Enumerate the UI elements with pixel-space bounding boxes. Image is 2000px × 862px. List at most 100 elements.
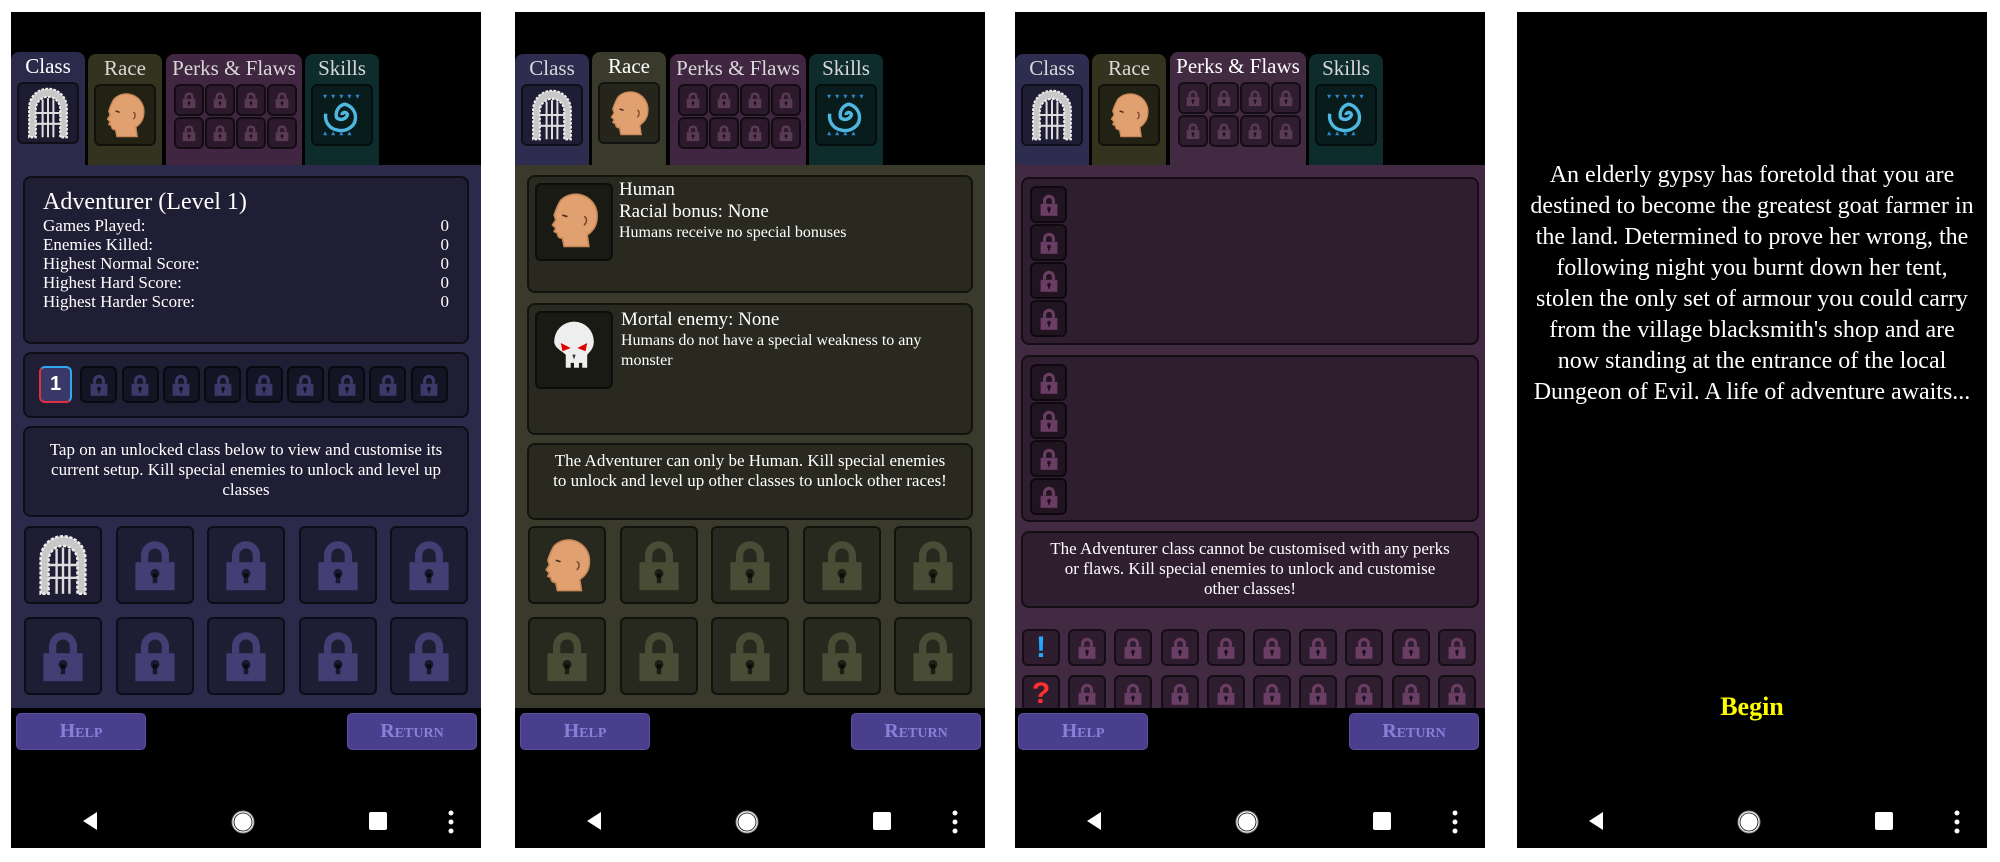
locked-slot[interactable] xyxy=(619,526,698,604)
locked-slot[interactable] xyxy=(802,617,881,695)
locked-slot[interactable] xyxy=(1160,629,1199,666)
home-icon[interactable] xyxy=(1736,809,1762,840)
locked-slot[interactable] xyxy=(1437,675,1476,712)
locked-slot[interactable] xyxy=(528,617,606,695)
return-button[interactable]: Return xyxy=(851,713,981,750)
locked-slot[interactable] xyxy=(1299,629,1338,666)
locked-slot[interactable] xyxy=(236,117,266,149)
adventurer-class-slot[interactable] xyxy=(24,526,102,604)
back-icon[interactable] xyxy=(585,811,603,836)
tab-race[interactable]: Race xyxy=(88,54,162,172)
more-icon[interactable] xyxy=(1452,810,1458,839)
locked-slot[interactable] xyxy=(711,526,789,604)
locked-slot[interactable] xyxy=(1030,402,1067,439)
locked-slot[interactable] xyxy=(115,526,194,604)
return-button[interactable]: Return xyxy=(1349,713,1479,750)
locked-slot[interactable] xyxy=(771,84,801,116)
locked-slot[interactable] xyxy=(1206,629,1245,666)
locked-slot[interactable] xyxy=(390,526,468,604)
help-button[interactable]: Help xyxy=(520,713,650,750)
locked-slot[interactable] xyxy=(328,366,366,403)
human-race-slot[interactable] xyxy=(528,526,606,604)
locked-slot[interactable] xyxy=(1391,629,1430,666)
locked-slot[interactable] xyxy=(1271,82,1301,114)
locked-slot[interactable] xyxy=(740,117,770,149)
locked-slot[interactable] xyxy=(771,117,801,149)
locked-slot[interactable] xyxy=(740,84,770,116)
locked-slot[interactable] xyxy=(709,117,739,149)
locked-slot[interactable] xyxy=(1178,82,1208,114)
more-icon[interactable] xyxy=(448,810,454,839)
home-icon[interactable] xyxy=(230,809,256,840)
tab-skills[interactable]: Skills xyxy=(305,54,379,172)
perks-info-slot[interactable]: ! xyxy=(1022,629,1060,666)
home-icon[interactable] xyxy=(1234,809,1260,840)
locked-slot[interactable] xyxy=(1299,675,1338,712)
locked-slot[interactable] xyxy=(1271,115,1301,147)
home-icon[interactable] xyxy=(734,809,760,840)
locked-slot[interactable] xyxy=(390,617,468,695)
tab-skills[interactable]: Skills xyxy=(1309,54,1383,172)
locked-slot[interactable] xyxy=(1240,82,1270,114)
locked-slot[interactable] xyxy=(1030,300,1067,337)
locked-slot[interactable] xyxy=(298,617,377,695)
locked-slot[interactable] xyxy=(1253,629,1291,666)
tab-race[interactable]: Race xyxy=(1092,54,1166,172)
help-button[interactable]: Help xyxy=(16,713,146,750)
locked-slot[interactable] xyxy=(1030,364,1067,401)
locked-slot[interactable] xyxy=(1345,629,1384,666)
locked-slot[interactable] xyxy=(619,617,698,695)
more-icon[interactable] xyxy=(952,810,958,839)
locked-slot[interactable] xyxy=(205,117,235,149)
locked-slot[interactable] xyxy=(678,84,708,116)
locked-slot[interactable] xyxy=(174,117,204,149)
flaws-info-slot[interactable]: ? xyxy=(1022,675,1060,712)
locked-slot[interactable] xyxy=(162,366,200,403)
tab-race[interactable]: Race xyxy=(592,52,666,172)
locked-slot[interactable] xyxy=(80,366,118,403)
locked-slot[interactable] xyxy=(1068,629,1107,666)
locked-slot[interactable] xyxy=(678,117,708,149)
locked-slot[interactable] xyxy=(121,366,159,403)
recents-icon[interactable] xyxy=(873,812,891,835)
help-button[interactable]: Help xyxy=(1018,713,1148,750)
locked-slot[interactable] xyxy=(245,366,283,403)
locked-slot[interactable] xyxy=(709,84,739,116)
locked-slot[interactable] xyxy=(1209,82,1239,114)
locked-slot[interactable] xyxy=(802,526,881,604)
locked-slot[interactable] xyxy=(1030,478,1067,515)
more-icon[interactable] xyxy=(1954,810,1960,839)
locked-slot[interactable] xyxy=(369,366,407,403)
locked-slot[interactable] xyxy=(1068,675,1107,712)
locked-slot[interactable] xyxy=(1114,629,1153,666)
locked-slot[interactable] xyxy=(1178,115,1208,147)
locked-slot[interactable] xyxy=(1030,262,1067,299)
return-button[interactable]: Return xyxy=(347,713,477,750)
locked-slot[interactable] xyxy=(267,117,297,149)
recents-icon[interactable] xyxy=(369,812,387,835)
back-icon[interactable] xyxy=(1587,811,1605,836)
locked-slot[interactable] xyxy=(1253,675,1291,712)
locked-slot[interactable] xyxy=(1114,675,1153,712)
recents-icon[interactable] xyxy=(1373,812,1391,835)
locked-slot[interactable] xyxy=(207,617,285,695)
tab-skills[interactable]: Skills xyxy=(809,54,883,172)
locked-slot[interactable] xyxy=(205,84,235,116)
locked-slot[interactable] xyxy=(174,84,204,116)
locked-slot[interactable] xyxy=(207,526,285,604)
locked-slot[interactable] xyxy=(24,617,102,695)
tab-class[interactable]: Class xyxy=(515,54,589,172)
recents-icon[interactable] xyxy=(1875,812,1893,835)
locked-slot[interactable] xyxy=(298,526,377,604)
locked-slot[interactable] xyxy=(1160,675,1199,712)
locked-slot[interactable] xyxy=(1345,675,1384,712)
level-1-slot[interactable]: 1 xyxy=(39,366,72,403)
locked-slot[interactable] xyxy=(236,84,266,116)
tab-perks[interactable]: Perks & Flaws xyxy=(166,54,302,172)
locked-slot[interactable] xyxy=(894,526,972,604)
tab-perks[interactable]: Perks & Flaws xyxy=(670,54,806,172)
locked-slot[interactable] xyxy=(1437,629,1476,666)
locked-slot[interactable] xyxy=(1240,115,1270,147)
locked-slot[interactable] xyxy=(1030,440,1067,477)
locked-slot[interactable] xyxy=(711,617,789,695)
